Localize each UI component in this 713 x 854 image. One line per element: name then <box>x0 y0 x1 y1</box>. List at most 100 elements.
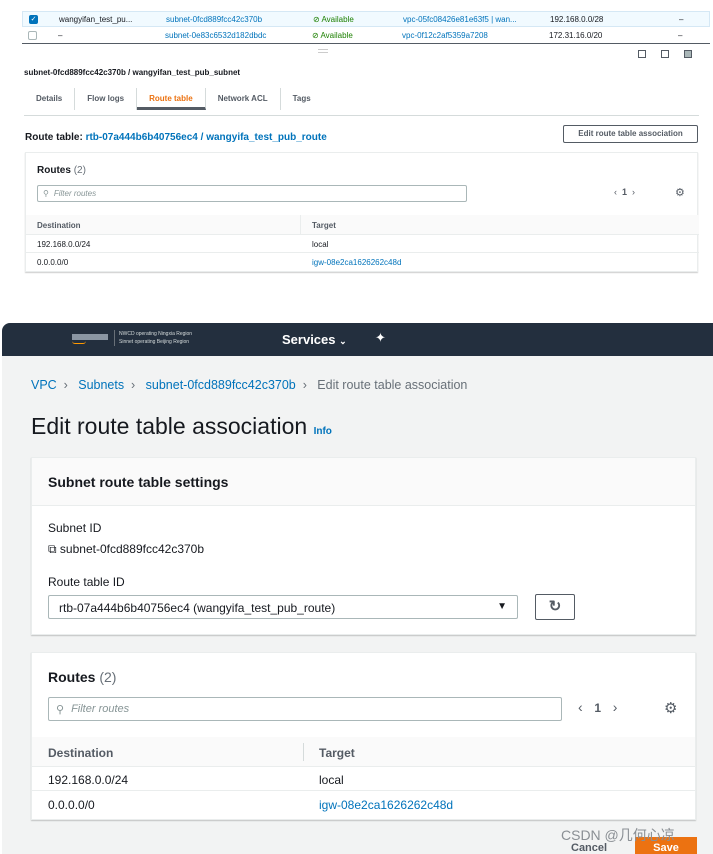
selected-value: rtb-07a444b6b40756ec4 (wangyifa_test_pub… <box>59 601 336 615</box>
vpc-link[interactable]: vpc-05fc08426e81e63f5 | wan... <box>403 15 517 24</box>
top-nav: NWCD operating Ningxia Region Sinnet oper… <box>2 323 713 356</box>
table-row: 192.168.0.0/24 local <box>26 235 699 253</box>
igw-link[interactable]: igw-08e2ca1626262c48d <box>319 798 453 812</box>
split-side-icon[interactable] <box>661 50 669 58</box>
route-table-heading: Route table: rtb-07a444b6b40756ec4 / wan… <box>25 132 327 143</box>
chevron-down-icon: ⌄ <box>339 336 347 346</box>
destination: 0.0.0.0/0 <box>48 798 95 812</box>
tab-flow-logs[interactable]: Flow logs <box>75 88 138 110</box>
fullscreen-icon[interactable] <box>684 50 692 58</box>
cidr: 172.31.16.0/20 <box>549 31 603 40</box>
services-menu[interactable]: Services ⌄ <box>282 332 347 347</box>
subnet-id-label: Subnet ID <box>48 521 102 535</box>
pagination: ‹ 1 › <box>614 187 635 197</box>
subnet-id-link[interactable]: subnet-0e83c6532d182dbdc <box>165 31 266 40</box>
tab-route-table[interactable]: Route table <box>137 88 206 110</box>
routes-count: (2) <box>99 669 117 685</box>
route-table-link[interactable]: rtb-07a444b6b40756ec4 / wangyifa_test_pu… <box>86 132 327 143</box>
page-title: Edit route table association Info <box>31 413 332 440</box>
igw-link[interactable]: igw-08e2ca1626262c48d <box>312 258 401 267</box>
destination: 192.168.0.0/24 <box>37 240 91 249</box>
status-badge: ⊘ Available <box>312 31 353 40</box>
search-icon: ⚲ <box>56 703 65 716</box>
settings-gear-icon[interactable]: ⚙ <box>664 699 677 717</box>
cidr: 192.168.0.0/28 <box>550 14 604 24</box>
breadcrumb-vpc[interactable]: VPC <box>31 378 57 392</box>
panel-title: Subnet route table settings <box>48 474 229 490</box>
routes-title: Routes <box>37 165 71 176</box>
logo <box>72 334 108 340</box>
route-table-id-label: Route table ID <box>48 575 125 589</box>
pagination: ‹ 1 › <box>578 699 617 715</box>
title-text: Edit route table association <box>31 413 308 439</box>
column-destination: Destination <box>37 221 81 230</box>
subnet-name: wangyifan_test_pu... <box>59 14 133 24</box>
prev-page-icon[interactable]: ‹ <box>578 699 583 715</box>
row-checkbox[interactable] <box>28 31 37 40</box>
routes-title: Routes <box>48 669 96 685</box>
page-number[interactable]: 1 <box>594 701 601 715</box>
table-row: 0.0.0.0/0 igw-08e2ca1626262c48d <box>32 791 695 817</box>
vpc-link[interactable]: vpc-0f12c2af5359a7208 <box>402 31 488 40</box>
route-table-select[interactable]: rtb-07a444b6b40756ec4 (wangyifa_test_pub… <box>48 595 518 619</box>
logo-line1: NWCD operating Ningxia Region <box>119 331 193 337</box>
target: local <box>312 240 329 249</box>
detail-title: subnet-0fcd889fcc42c370b / wangyifan_tes… <box>24 68 241 77</box>
edit-page-screenshot: NWCD operating Ningxia Region Sinnet oper… <box>2 323 713 854</box>
table-row[interactable]: ✓ wangyifan_test_pu... subnet-0fcd889fcc… <box>22 11 710 27</box>
detail-tabs: Details Flow logs Route table Network AC… <box>24 88 699 116</box>
column-destination: Destination <box>48 746 114 760</box>
split-bottom-icon[interactable] <box>638 50 646 58</box>
refresh-button[interactable]: ↻ <box>535 594 575 620</box>
target: local <box>319 773 344 787</box>
services-label: Services <box>282 332 336 347</box>
table-row: 192.168.0.0/24 local <box>32 767 695 791</box>
copy-icon[interactable]: ⧉ <box>48 542 57 556</box>
breadcrumb: VPC › Subnets › subnet-0fcd889fcc42c370b… <box>31 378 468 392</box>
table-row[interactable]: – subnet-0e83c6532d182dbdc ⊘ Available v… <box>22 28 710 44</box>
routes-count: (2) <box>73 165 86 176</box>
prev-page-icon[interactable]: ‹ <box>614 187 617 197</box>
subnet-id-value: ⧉ subnet-0fcd889fcc42c370b <box>48 542 204 557</box>
subnet-id-link[interactable]: subnet-0fcd889fcc42c370b <box>166 15 262 24</box>
tab-network-acl[interactable]: Network ACL <box>206 88 281 110</box>
settings-gear-icon[interactable]: ⚙ <box>675 186 685 199</box>
destination: 0.0.0.0/0 <box>37 258 69 267</box>
breadcrumb-subnet[interactable]: subnet-0fcd889fcc42c370b <box>146 378 296 392</box>
breadcrumb-current: Edit route table association <box>317 378 468 392</box>
resize-handle[interactable] <box>318 49 328 53</box>
region-text: NWCD operating Ningxia Region Sinnet oper… <box>114 330 192 346</box>
placeholder: Filter routes <box>53 189 97 198</box>
cell: – <box>678 31 683 40</box>
next-page-icon[interactable]: › <box>613 699 618 715</box>
caret-down-icon: ▼ <box>497 601 507 612</box>
routes-table-header: Destination Target <box>32 737 695 767</box>
routes-table-header: Destination Target <box>26 215 699 235</box>
table-row: 0.0.0.0/0 igw-08e2ca1626262c48d <box>26 253 699 271</box>
routes-panel: Routes (2) ⚲ Filter routes ‹ 1 › ⚙ Destin… <box>31 652 696 820</box>
cell: – <box>679 14 684 24</box>
filter-routes-input[interactable]: ⚲ Filter routes <box>37 185 467 202</box>
search-icon: ⚲ <box>43 189 49 198</box>
row-checkbox[interactable]: ✓ <box>29 14 38 24</box>
breadcrumb-subnets[interactable]: Subnets <box>78 378 124 392</box>
edit-route-table-association-button[interactable]: Edit route table association <box>563 125 698 143</box>
page-number[interactable]: 1 <box>622 187 627 197</box>
next-page-icon[interactable]: › <box>632 187 635 197</box>
logo-line2: Sinnet operating Beijing Region <box>119 339 190 345</box>
column-target: Target <box>319 746 355 760</box>
tab-tags[interactable]: Tags <box>281 88 323 110</box>
subnet-route-table-settings-panel: Subnet route table settings Subnet ID ⧉ … <box>31 457 696 635</box>
filter-routes-input[interactable]: ⚲ Filter routes <box>48 697 562 721</box>
column-target: Target <box>312 221 336 230</box>
info-link[interactable]: Info <box>314 426 332 437</box>
subnet-detail-screenshot: ✓ wangyifan_test_pu... subnet-0fcd889fcc… <box>0 0 713 275</box>
label: Route table: <box>25 132 83 143</box>
placeholder: Filter routes <box>71 703 130 715</box>
subnet-id: subnet-0fcd889fcc42c370b <box>59 542 205 556</box>
destination: 192.168.0.0/24 <box>48 773 129 787</box>
pin-icon[interactable]: ✦ <box>375 330 386 346</box>
logo-smile <box>72 341 86 344</box>
status-badge: ⊘ Available <box>313 14 354 24</box>
tab-details[interactable]: Details <box>24 88 76 110</box>
